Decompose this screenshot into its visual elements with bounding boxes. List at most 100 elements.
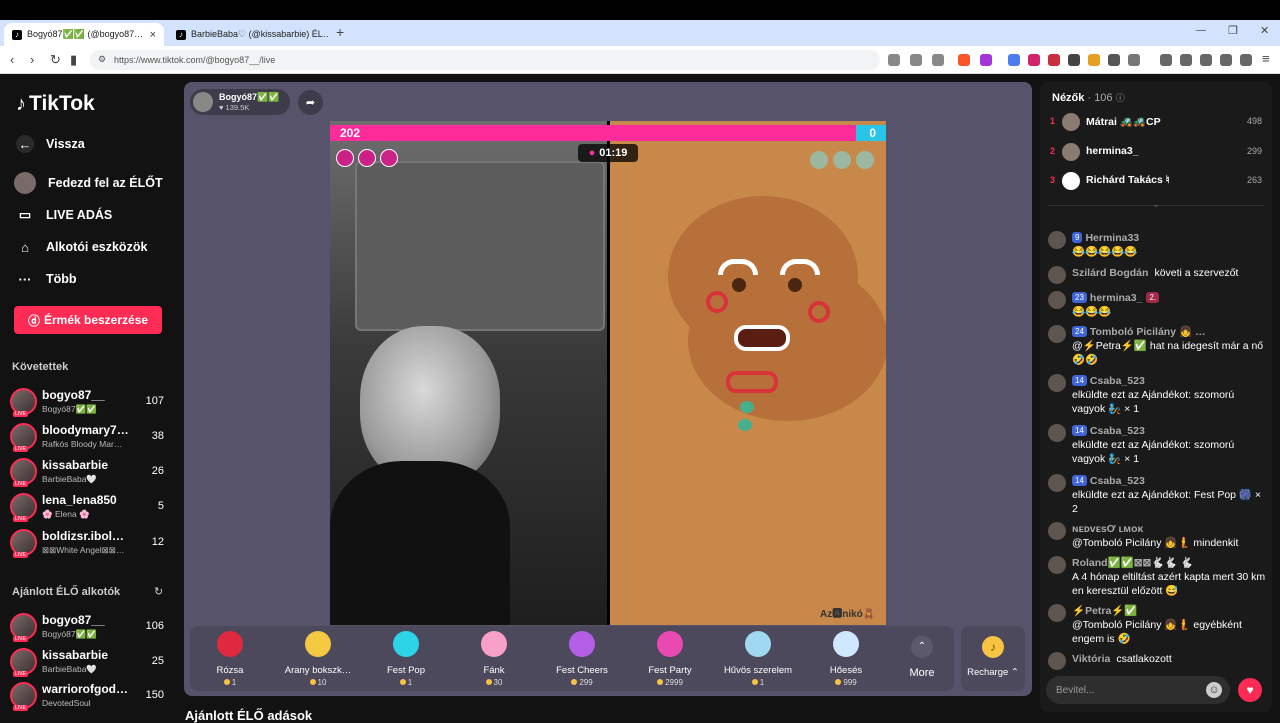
- brave-shield-icon[interactable]: [958, 54, 970, 66]
- recommended-account[interactable]: LIVE warriorofgod… DevotedSoul 150: [10, 680, 168, 714]
- chat-username[interactable]: Viktória: [1072, 653, 1110, 665]
- wallet-icon[interactable]: [1200, 54, 1212, 66]
- following-account[interactable]: LIVE kissabarbie BarbieBaba🤍 26: [10, 456, 168, 490]
- top-viewer[interactable]: 2 hermina3_ 299: [1050, 142, 1262, 162]
- sidebar-toggle-icon[interactable]: [1180, 54, 1192, 66]
- recommended-account[interactable]: LIVE kissabarbie BarbieBaba🤍 25: [10, 646, 168, 680]
- chevron-up-icon: ⌃: [911, 636, 933, 658]
- chat-username[interactable]: Csaba_523: [1090, 425, 1145, 437]
- more-label: More: [909, 667, 935, 679]
- screen-top-bar: [0, 0, 1280, 20]
- more-gifts-button[interactable]: ⌃ More: [904, 626, 940, 691]
- gift-item[interactable]: Hőesés 999: [806, 626, 886, 691]
- forward-icon[interactable]: ›: [30, 53, 34, 67]
- menu-icon[interactable]: ≡: [1262, 52, 1270, 66]
- camera-icon: ▭: [18, 207, 32, 222]
- leo-icon[interactable]: [1220, 54, 1232, 66]
- vpn-icon[interactable]: [1240, 54, 1252, 66]
- site-settings-icon[interactable]: ⚙: [98, 54, 106, 65]
- following-account[interactable]: LIVE bogyo87__ Bogyó87✅✅ 107: [10, 386, 168, 420]
- extension-icon[interactable]: [1068, 54, 1080, 66]
- viewers-header[interactable]: Nézők · 106 ⓘ: [1052, 91, 1125, 104]
- account-subtitle: BarbieBaba🤍: [42, 664, 98, 674]
- viewer-count: 5: [157, 500, 164, 512]
- like-button[interactable]: ♥: [1238, 678, 1262, 702]
- expand-icon[interactable]: ⌄: [1152, 199, 1160, 210]
- extension-icon[interactable]: [1108, 54, 1120, 66]
- following-account[interactable]: LIVE boldizsr.ibol… ⊠⊠White Angel⊠⊠… 12: [10, 527, 168, 561]
- gift-item[interactable]: Hűvös szerelem 1: [718, 626, 798, 691]
- account-name: boldizsr.ibol…: [42, 529, 125, 543]
- menu-creator-tools[interactable]: ⌂ Alkotói eszközök: [16, 238, 147, 256]
- browser-tab-active[interactable]: ♪ Bogyó87✅✅ (@bogyo87… ×: [4, 23, 164, 46]
- recharge-button[interactable]: ♪ Recharge ⌃: [961, 626, 1025, 691]
- close-window-button[interactable]: ✕: [1260, 24, 1269, 37]
- back-icon[interactable]: ‹: [10, 53, 14, 67]
- gift-item[interactable]: Rózsa 1: [190, 626, 270, 691]
- close-tab-icon[interactable]: ×: [150, 29, 156, 41]
- top-viewer[interactable]: 1 Mátrai 🚜🚜CP 498: [1050, 112, 1262, 132]
- chat-username[interactable]: Szilárd Bogdán: [1072, 267, 1148, 279]
- following-account[interactable]: LIVE bloodymary7… Rafkós Bloody Mar… 38: [10, 421, 168, 455]
- recommended-account[interactable]: LIVE bogyo87__ Bogyó87✅✅ 106: [10, 611, 168, 645]
- restore-button[interactable]: ❐: [1228, 24, 1238, 37]
- extension-icon[interactable]: [1088, 54, 1100, 66]
- menu-go-live[interactable]: ▭ LIVE ADÁS: [16, 206, 112, 224]
- host-chip[interactable]: Bogyó87✅✅ ♥ 139.5K: [190, 89, 290, 115]
- chat-username[interactable]: Csaba_523: [1090, 375, 1145, 387]
- minimize-button[interactable]: —: [1196, 25, 1206, 36]
- chat-username[interactable]: hermina3_: [1090, 292, 1143, 304]
- menu-explore-live[interactable]: Fedezd fel az ÉLŐT: [14, 172, 163, 194]
- chat-username[interactable]: ɴᴇᴅᴠᴇsƠ ʟᴍᴏᴋ: [1072, 523, 1143, 535]
- extension-icon[interactable]: [1128, 54, 1140, 66]
- chat-input[interactable]: Bevitel... ☺: [1046, 676, 1230, 704]
- menu-more[interactable]: ··· Több: [16, 270, 77, 288]
- gift-name: Fest Party: [648, 665, 692, 676]
- reload-icon[interactable]: ↻: [50, 53, 61, 67]
- viewer-count: 107: [145, 395, 164, 407]
- get-coins-button[interactable]: ⓓ Érmék beszerzése: [14, 306, 162, 334]
- gift-item[interactable]: Fánk 30: [454, 626, 534, 691]
- gift-item[interactable]: Fest Party 2999: [630, 626, 710, 691]
- avatar: [1048, 291, 1066, 309]
- extension-icon[interactable]: [1008, 54, 1020, 66]
- rewards-icon[interactable]: [980, 54, 992, 66]
- refresh-icon[interactable]: ↻: [154, 585, 163, 598]
- host-likes: ♥ 139.5K: [219, 103, 250, 112]
- avatar: [1048, 325, 1066, 343]
- top-viewer[interactable]: 3 Richárd Takács ♮ 263: [1050, 171, 1262, 191]
- menu-label: Fedezd fel az ÉLŐT: [48, 176, 163, 190]
- extension-icon[interactable]: [1028, 54, 1040, 66]
- info-icon[interactable]: ⓘ: [1116, 93, 1125, 103]
- following-account[interactable]: LIVE lena_lena850 🌸 Elena 🌸 5: [10, 491, 168, 525]
- zoom-icon[interactable]: [910, 54, 922, 66]
- host-name: Bogyó87✅✅: [219, 92, 280, 102]
- lightbulb-icon: ⌂: [21, 239, 29, 255]
- browser-tab[interactable]: ♪ BarbieBaba♡ (@kissabarbie) ÉL…: [168, 23, 328, 46]
- chat-username[interactable]: Csaba_523: [1090, 475, 1145, 487]
- url-field[interactable]: ⚙ https://www.tiktok.com/@bogyo87__/live: [90, 50, 880, 70]
- translate-icon[interactable]: [888, 54, 900, 66]
- share-page-icon[interactable]: [932, 54, 944, 66]
- tiktok-logo[interactable]: ♪ TikTok: [16, 92, 95, 116]
- account-name: bloodymary7…: [42, 423, 129, 437]
- gift-item[interactable]: Fest Cheers 299: [542, 626, 622, 691]
- chat-username[interactable]: Roland✅✅⊠⊠🐇🐇 🐇: [1072, 557, 1193, 569]
- chat-username[interactable]: Hermina33: [1085, 232, 1139, 244]
- battle-video[interactable]: Az🅰nikó🧸 202 0 ● 01:19: [330, 121, 886, 625]
- avatar: [1048, 424, 1066, 442]
- extension-icon[interactable]: [1048, 54, 1060, 66]
- chat-username[interactable]: Tomboló Picilány 👧 …: [1090, 326, 1206, 338]
- chat-message-body: 14 Csaba_523 elküldte ezt az Ajándékot: sz…: [1072, 374, 1268, 416]
- bookmark-icon[interactable]: ▮: [70, 53, 77, 67]
- share-button[interactable]: ➦: [298, 90, 323, 115]
- chat-username[interactable]: ⚡Petra⚡✅: [1072, 605, 1138, 617]
- emoji-icon[interactable]: ☺: [1206, 682, 1222, 698]
- gift-item[interactable]: Fest Pop 1: [366, 626, 446, 691]
- gift-item[interactable]: Arany bokszk… 10: [278, 626, 358, 691]
- cheek-swirl: [706, 291, 728, 313]
- level-badge: 14: [1072, 475, 1087, 486]
- new-tab-button[interactable]: +: [336, 24, 344, 40]
- menu-back[interactable]: ← Vissza: [16, 135, 85, 153]
- media-icon[interactable]: [1160, 54, 1172, 66]
